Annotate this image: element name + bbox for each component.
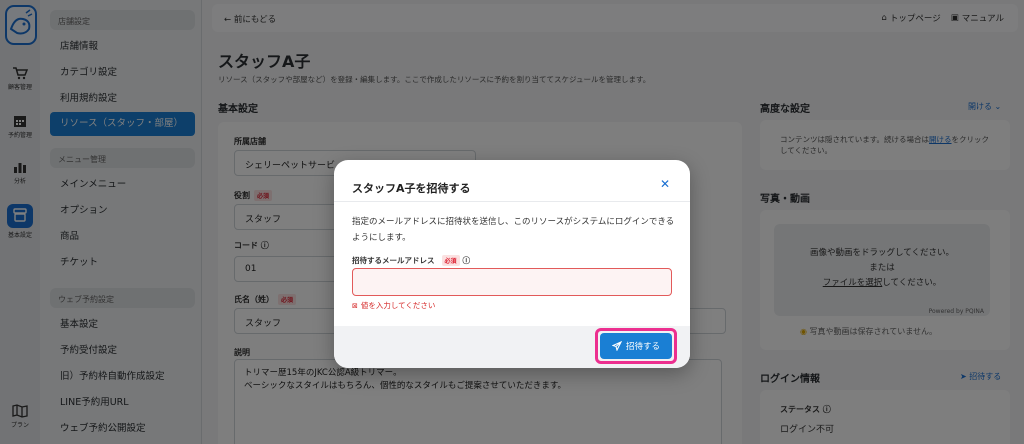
- invite-dialog: スタッフA子を招待する ✕ 指定のメールアドレスに招待状を送信し、このリソースが…: [334, 160, 690, 368]
- invite-submit-label: 招待する: [625, 342, 660, 352]
- close-icon[interactable]: ✕: [660, 177, 670, 191]
- email-field-label: 招待するメールアドレス 必須 ⓘ: [352, 255, 470, 266]
- dialog-message: 指定のメールアドレスに招待状を送信し、このリソースがシステムにログインできるよう…: [352, 217, 675, 243]
- email-error: ⊠ 値を入力してください: [352, 300, 435, 311]
- error-icon: ⊠: [352, 301, 358, 310]
- send-icon: [611, 341, 622, 351]
- email-label-text: 招待するメールアドレス: [352, 256, 435, 265]
- required-badge: 必須: [441, 255, 460, 266]
- dialog-title: スタッフA子を招待する: [352, 182, 471, 195]
- invite-submit-button[interactable]: 招待する: [600, 333, 672, 359]
- help-icon: ⓘ: [462, 256, 471, 265]
- invite-email-input[interactable]: [352, 268, 672, 296]
- dialog-divider: [334, 201, 690, 202]
- email-error-text: 値を入力してください: [360, 301, 436, 310]
